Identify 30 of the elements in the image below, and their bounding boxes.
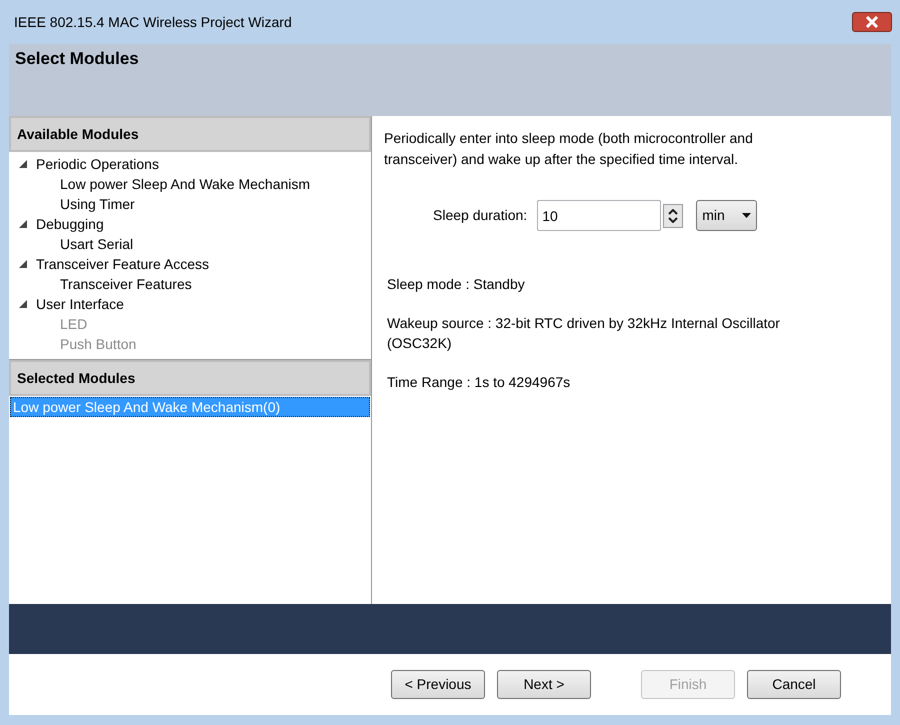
tree-item[interactable]: Using Timer <box>60 194 135 214</box>
caret-icon <box>742 213 752 218</box>
expanded-triangle-icon[interactable] <box>19 220 27 228</box>
sleep-duration-field[interactable]: 10 <box>537 200 662 231</box>
tree-item[interactable]: Transceiver Feature Access <box>36 254 209 274</box>
wizard-button[interactable]: Next > <box>497 670 591 699</box>
expanded-triangle-icon[interactable] <box>19 300 27 308</box>
tree-item[interactable]: Transceiver Features <box>60 274 192 294</box>
section-header: Available Modules <box>9 116 371 152</box>
description-text: Periodically enter into sleep mode (both microcontroller and transceiver) and wake up after the specified time interval. <box>384 129 754 169</box>
field-label: Sleep duration: <box>433 206 528 225</box>
expanded-triangle-icon[interactable] <box>19 260 27 268</box>
window-title: IEEE 802.15.4 MAC Wireless Project Wizard <box>14 12 292 32</box>
tree-item[interactable]: Periodic Operations <box>36 154 159 174</box>
close-icon <box>865 16 879 28</box>
page-heading: Select Modules <box>15 49 139 68</box>
info-text: Sleep mode : Standby <box>387 275 526 294</box>
tree-item[interactable]: User Interface <box>36 294 124 314</box>
spinner-control[interactable] <box>663 204 684 228</box>
info-text: Wakeup source : 32-bit RTC driven by 32kHz Internal Oscillator (OSC32K) <box>387 314 781 353</box>
tree-item[interactable]: Debugging <box>36 214 104 234</box>
wizard-button[interactable]: < Previous <box>391 670 485 699</box>
tree-item[interactable]: Usart Serial <box>60 234 134 254</box>
close-button[interactable] <box>852 12 892 32</box>
info-text: Time Range : 1s to 4294967s <box>387 373 572 392</box>
expanded-triangle-icon[interactable] <box>19 160 27 168</box>
unit-dropdown[interactable]: min <box>696 200 758 231</box>
wizard-button[interactable]: Cancel <box>747 670 841 699</box>
tree-item[interactable]: Low power Sleep And Wake Mechanism <box>60 174 310 194</box>
section-header: Selected Modules <box>9 360 371 396</box>
